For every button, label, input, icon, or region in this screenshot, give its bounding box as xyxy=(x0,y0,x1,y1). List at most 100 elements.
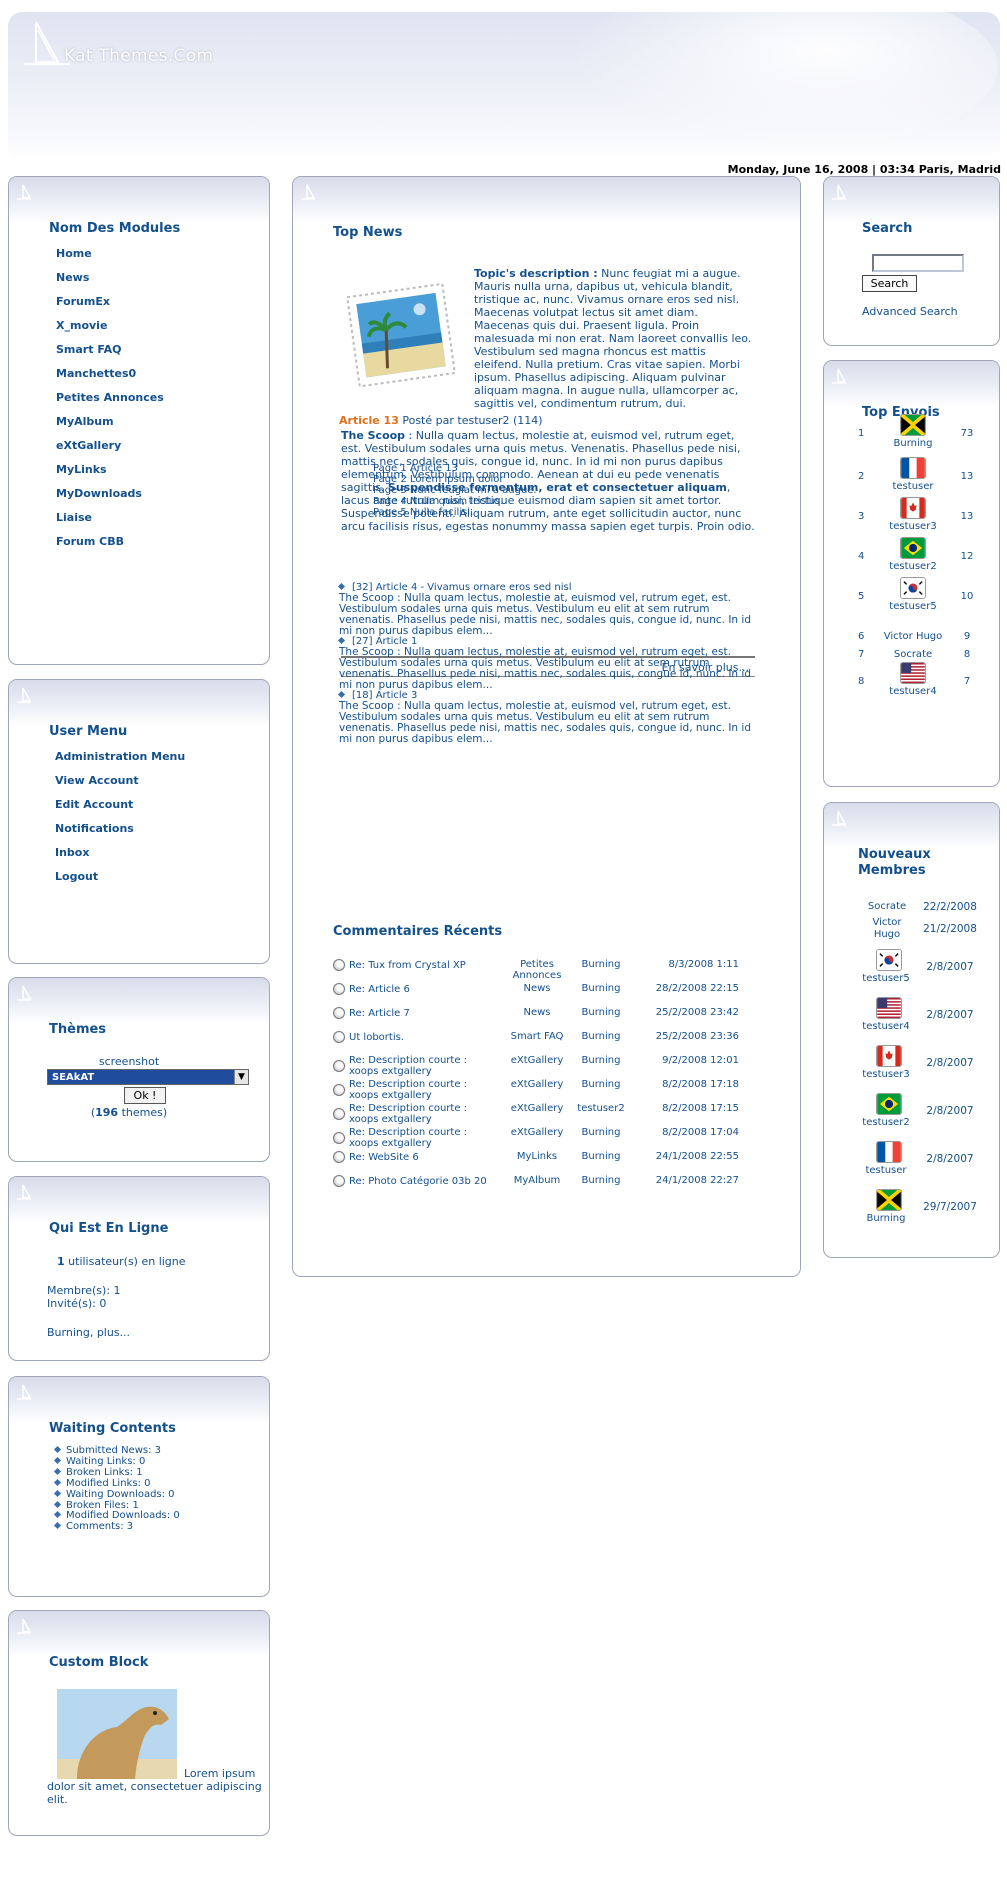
module-link-forum-cbb[interactable]: Forum CBB xyxy=(56,535,124,548)
diamond-bullet-icon xyxy=(53,1489,62,1497)
sailboat-icon xyxy=(17,985,32,1001)
new-member-user-link[interactable]: Socrate xyxy=(862,901,912,913)
search-button[interactable]: Search xyxy=(862,275,917,292)
korea-flag-icon xyxy=(876,949,902,971)
theme-screenshot-label: screenshot xyxy=(98,1055,160,1068)
theme-select[interactable]: SEAkAT ▼ xyxy=(47,1069,249,1085)
module-link-mylinks[interactable]: MyLinks xyxy=(56,463,107,476)
modules-block: Nom Des Modules Home News ForumEx X_movie Sm… xyxy=(8,176,270,665)
new-member-user-link[interactable]: Victor Hugo xyxy=(862,917,912,941)
top-envois-user-link[interactable]: testuser5 xyxy=(874,601,952,612)
comment-title-link[interactable]: Re: Description courte : xoops extgaller… xyxy=(333,1103,493,1125)
comment-user-link[interactable]: testuser2 xyxy=(573,1103,629,1114)
module-link-x-movie[interactable]: X_movie xyxy=(56,319,107,332)
advanced-search-link[interactable]: Advanced Search xyxy=(862,305,958,318)
new-member-user-link[interactable]: testuser4 xyxy=(846,1021,926,1032)
comment-module-link[interactable]: News xyxy=(503,983,571,994)
comment-user-link[interactable]: Burning xyxy=(573,1055,629,1066)
comment-module-link[interactable]: eXtGallery xyxy=(503,1103,571,1114)
comment-module-link[interactable]: News xyxy=(503,1007,571,1018)
comment-icon xyxy=(333,983,345,995)
site-title[interactable]: Kat Themes.Com xyxy=(64,46,213,66)
new-member-user-link[interactable]: testuser xyxy=(846,1165,926,1176)
module-link-liaise[interactable]: Liaise xyxy=(56,511,92,524)
topic-image-stamp[interactable] xyxy=(343,276,461,394)
comment-title-link[interactable]: Re: Photo Catégorie 03b 20 xyxy=(333,1175,493,1187)
theme-ok-button[interactable]: Ok ! xyxy=(124,1087,166,1104)
comment-user-link[interactable]: Burning xyxy=(573,959,629,970)
waiting-item[interactable]: Modified Links: 0 xyxy=(53,1478,150,1489)
top-envois-user-link[interactable]: testuser xyxy=(874,481,952,492)
search-input[interactable] xyxy=(872,254,964,272)
module-link-home[interactable]: Home xyxy=(56,247,92,260)
user-menu-link-administration-menu[interactable]: Administration Menu xyxy=(55,750,185,763)
article-page-link[interactable]: Page 2 Lorem ipsum dolor xyxy=(373,474,503,485)
comment-title-link[interactable]: Re: Description courte : xoops extgaller… xyxy=(333,1079,493,1101)
comment-user-link[interactable]: Burning xyxy=(573,1175,629,1186)
waiting-item[interactable]: Broken Files: 1 xyxy=(53,1500,139,1511)
comment-title-link[interactable]: Ut lobortis. xyxy=(333,1031,493,1043)
module-link-news[interactable]: News xyxy=(56,271,89,284)
top-envois-user-link[interactable]: testuser4 xyxy=(874,686,952,697)
article-page-link[interactable]: Page 4 Nulla quam lectus. xyxy=(373,496,503,507)
comment-user-link[interactable]: Burning xyxy=(573,983,629,994)
user-menu-link-view-account[interactable]: View Account xyxy=(55,774,139,787)
module-link-extgallery[interactable]: eXtGallery xyxy=(56,439,121,452)
comment-module-link[interactable]: eXtGallery xyxy=(503,1055,571,1066)
comment-module-link[interactable]: MyAlbum xyxy=(503,1175,571,1186)
comment-title-link[interactable]: Re: Description courte : xoops extgaller… xyxy=(333,1127,493,1149)
comment-module-link[interactable]: eXtGallery xyxy=(503,1079,571,1090)
new-member-user-link[interactable]: testuser2 xyxy=(846,1117,926,1128)
waiting-item[interactable]: Modified Downloads: 0 xyxy=(53,1510,180,1521)
comment-module-link[interactable]: Smart FAQ xyxy=(503,1031,571,1042)
user-menu-link-notifications[interactable]: Notifications xyxy=(55,822,134,835)
comment-title-link[interactable]: Re: Article 6 xyxy=(333,983,493,995)
diamond-bullet-icon xyxy=(53,1511,62,1519)
top-envois-user-link[interactable]: testuser3 xyxy=(874,521,952,532)
waiting-item[interactable]: Comments: 3 xyxy=(53,1521,133,1532)
module-link-forumex[interactable]: ForumEx xyxy=(56,295,110,308)
module-link-smart-faq[interactable]: Smart FAQ xyxy=(56,343,121,356)
waiting-item[interactable]: Waiting Downloads: 0 xyxy=(53,1489,175,1500)
comment-user-link[interactable]: Burning xyxy=(573,1127,629,1138)
sailboat-icon xyxy=(832,810,847,826)
diamond-bullet-icon xyxy=(53,1478,62,1486)
article-header: Article 13 Posté par testuser2 (114) xyxy=(339,414,543,427)
article-page-link[interactable]: Page 3 Nunc feugiat mi a augue. xyxy=(373,485,537,496)
article-page-link[interactable]: Page 5 Nulla facilisi. xyxy=(373,507,473,518)
comment-title-link[interactable]: Re: Article 7 xyxy=(333,1007,493,1019)
new-member-user-link[interactable]: testuser3 xyxy=(846,1069,926,1080)
comment-module-link[interactable]: Petites Annonces xyxy=(503,959,571,981)
article-page-link[interactable]: Page 1 Article 13 xyxy=(373,463,458,474)
comment-module-link[interactable]: eXtGallery xyxy=(503,1127,571,1138)
user-menu-link-inbox[interactable]: Inbox xyxy=(55,846,89,859)
comment-user-link[interactable]: Burning xyxy=(573,1079,629,1090)
new-member-user-link[interactable]: testuser5 xyxy=(846,973,926,984)
comment-user-link[interactable]: Burning xyxy=(573,1031,629,1042)
comment-user-link[interactable]: Burning xyxy=(573,1007,629,1018)
top-envois-user-link[interactable]: Victor Hugo xyxy=(874,631,952,642)
comment-title-link[interactable]: Re: WebSite 6 xyxy=(333,1151,493,1163)
top-envois-user-link[interactable]: Burning xyxy=(874,438,952,449)
module-link-petites-annonces[interactable]: Petites Annonces xyxy=(56,391,164,404)
user-menu-link-logout[interactable]: Logout xyxy=(55,870,98,883)
other-article-summary: The Scoop : Nulla quam lectus, molestie … xyxy=(339,592,751,637)
module-link-mydownloads[interactable]: MyDownloads xyxy=(56,487,142,500)
new-member-user-link[interactable]: Burning xyxy=(846,1213,926,1224)
waiting-item[interactable]: Submitted News: 3 xyxy=(53,1445,161,1456)
waiting-item[interactable]: Broken Links: 1 xyxy=(53,1467,143,1478)
comment-module-link[interactable]: MyLinks xyxy=(503,1151,571,1162)
online-more-link[interactable]: Burning, plus... xyxy=(47,1326,130,1339)
comment-title-link[interactable]: Re: Description courte : xoops extgaller… xyxy=(333,1055,493,1077)
waiting-item[interactable]: Waiting Links: 0 xyxy=(53,1456,145,1467)
top-envois-user-link[interactable]: Socrate xyxy=(874,649,952,660)
comment-title-link[interactable]: Re: Tux from Crystal XP xyxy=(333,959,493,971)
top-envois-user-link[interactable]: testuser2 xyxy=(874,561,952,572)
comment-user-link[interactable]: Burning xyxy=(573,1151,629,1162)
user-menu-link-edit-account[interactable]: Edit Account xyxy=(55,798,133,811)
module-link-myalbum[interactable]: MyAlbum xyxy=(56,415,114,428)
comment-date: 25/2/2008 23:36 xyxy=(655,1031,739,1042)
header-glow xyxy=(568,12,998,152)
article-title-link[interactable]: Article 13 xyxy=(339,414,399,427)
module-link-manchettes0[interactable]: Manchettes0 xyxy=(56,367,136,380)
